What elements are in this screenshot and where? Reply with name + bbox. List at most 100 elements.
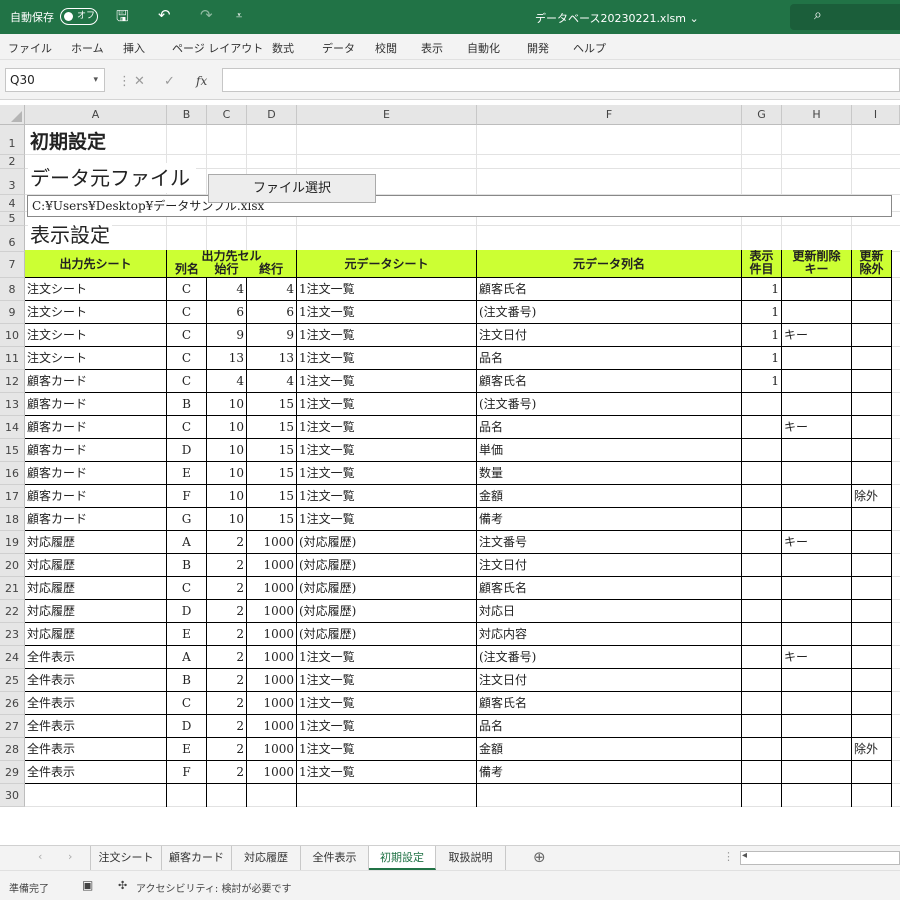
- table-cell[interactable]: 備考: [477, 508, 742, 531]
- table-cell[interactable]: 1: [742, 370, 782, 393]
- row-header[interactable]: 27: [0, 715, 25, 738]
- table-cell[interactable]: 1注文一覧: [297, 370, 477, 393]
- table-cell[interactable]: 1000: [247, 692, 297, 715]
- table-cell[interactable]: 全件表示: [25, 669, 167, 692]
- table-cell[interactable]: 顧客カード: [25, 439, 167, 462]
- cancel-icon[interactable]: ✕: [134, 74, 145, 89]
- table-cell[interactable]: [782, 692, 852, 715]
- table-cell[interactable]: 2: [207, 577, 247, 600]
- table-cell[interactable]: C: [167, 416, 207, 439]
- table-cell[interactable]: 注文シート: [25, 347, 167, 370]
- table-cell[interactable]: 2: [207, 554, 247, 577]
- row-header[interactable]: 17: [0, 485, 25, 508]
- table-cell[interactable]: C: [167, 370, 207, 393]
- menu-file[interactable]: ファイル: [8, 40, 52, 56]
- row-header[interactable]: 5: [0, 212, 25, 226]
- table-cell[interactable]: 1000: [247, 761, 297, 784]
- row-header[interactable]: 2: [0, 155, 25, 169]
- table-cell[interactable]: [852, 462, 892, 485]
- column-header[interactable]: A: [25, 105, 167, 125]
- table-cell[interactable]: 1: [742, 278, 782, 301]
- table-cell[interactable]: 1: [742, 347, 782, 370]
- tab-order-sheet[interactable]: 注文シート: [90, 846, 162, 870]
- column-header[interactable]: F: [477, 105, 742, 125]
- table-cell[interactable]: 1: [742, 301, 782, 324]
- table-cell[interactable]: 1000: [247, 577, 297, 600]
- row-header[interactable]: 4: [0, 195, 25, 212]
- menu-formulas[interactable]: 数式: [272, 40, 294, 56]
- table-cell[interactable]: [852, 531, 892, 554]
- table-cell[interactable]: 6: [207, 301, 247, 324]
- table-cell[interactable]: B: [167, 393, 207, 416]
- table-cell[interactable]: C: [167, 347, 207, 370]
- row-header[interactable]: 18: [0, 508, 25, 531]
- autosave-toggle[interactable]: オフ: [60, 8, 98, 25]
- table-cell[interactable]: 除外: [852, 738, 892, 761]
- table-cell[interactable]: 注文シート: [25, 324, 167, 347]
- table-cell[interactable]: (対応履歴): [297, 531, 477, 554]
- table-cell[interactable]: 顧客氏名: [477, 692, 742, 715]
- row-header[interactable]: 12: [0, 370, 25, 393]
- table-cell[interactable]: [852, 370, 892, 393]
- table-cell[interactable]: F: [167, 485, 207, 508]
- row-header[interactable]: 13: [0, 393, 25, 416]
- table-cell[interactable]: [852, 347, 892, 370]
- table-cell[interactable]: (注文番号): [477, 301, 742, 324]
- table-cell[interactable]: 注文日付: [477, 324, 742, 347]
- table-cell[interactable]: 1注文一覧: [297, 462, 477, 485]
- table-cell[interactable]: 全件表示: [25, 738, 167, 761]
- table-cell[interactable]: [852, 324, 892, 347]
- table-cell[interactable]: [742, 462, 782, 485]
- table-cell[interactable]: A: [167, 646, 207, 669]
- table-cell[interactable]: 顧客氏名: [477, 278, 742, 301]
- table-cell[interactable]: 1000: [247, 669, 297, 692]
- table-cell[interactable]: 2: [207, 623, 247, 646]
- row-header[interactable]: 30: [0, 784, 25, 807]
- table-cell[interactable]: 備考: [477, 761, 742, 784]
- table-cell[interactable]: [742, 692, 782, 715]
- table-cell[interactable]: [852, 416, 892, 439]
- table-cell[interactable]: [852, 278, 892, 301]
- row-header[interactable]: 29: [0, 761, 25, 784]
- tab-customer-card[interactable]: 顧客カード: [162, 846, 232, 870]
- table-cell[interactable]: 顧客カード: [25, 370, 167, 393]
- table-cell[interactable]: [742, 761, 782, 784]
- tab-prev-icon[interactable]: ‹: [38, 850, 42, 863]
- row-header[interactable]: 1: [0, 125, 25, 155]
- column-header[interactable]: H: [782, 105, 852, 125]
- table-cell[interactable]: [852, 715, 892, 738]
- table-cell[interactable]: [852, 784, 892, 807]
- row-header[interactable]: 9: [0, 301, 25, 324]
- table-cell[interactable]: [782, 278, 852, 301]
- table-cell[interactable]: [852, 508, 892, 531]
- table-cell[interactable]: 1注文一覧: [297, 416, 477, 439]
- table-cell[interactable]: 1000: [247, 738, 297, 761]
- table-cell[interactable]: C: [167, 301, 207, 324]
- table-cell[interactable]: キー: [782, 416, 852, 439]
- table-cell[interactable]: 1000: [247, 531, 297, 554]
- table-cell[interactable]: [782, 577, 852, 600]
- table-cell[interactable]: 15: [247, 439, 297, 462]
- table-cell[interactable]: [782, 669, 852, 692]
- table-cell[interactable]: [782, 508, 852, 531]
- table-cell[interactable]: [852, 692, 892, 715]
- table-cell[interactable]: [852, 646, 892, 669]
- table-cell[interactable]: 15: [247, 416, 297, 439]
- scroll-left-icon[interactable]: ◂: [742, 850, 747, 861]
- tab-next-icon[interactable]: ›: [68, 850, 72, 863]
- table-cell[interactable]: 13: [247, 347, 297, 370]
- table-cell[interactable]: 注文シート: [25, 278, 167, 301]
- column-header[interactable]: B: [167, 105, 207, 125]
- row-header[interactable]: 6: [0, 226, 25, 252]
- table-cell[interactable]: C: [167, 692, 207, 715]
- table-cell[interactable]: [852, 554, 892, 577]
- row-header[interactable]: 26: [0, 692, 25, 715]
- table-cell[interactable]: 全件表示: [25, 646, 167, 669]
- file-path[interactable]: C:¥Users¥Desktop¥データサンプル.xlsx: [27, 195, 892, 217]
- table-cell[interactable]: 1000: [247, 646, 297, 669]
- redo-icon[interactable]: ↷: [200, 6, 213, 24]
- table-cell[interactable]: 対応日: [477, 600, 742, 623]
- row-header[interactable]: 16: [0, 462, 25, 485]
- table-cell[interactable]: 数量: [477, 462, 742, 485]
- table-cell[interactable]: [782, 393, 852, 416]
